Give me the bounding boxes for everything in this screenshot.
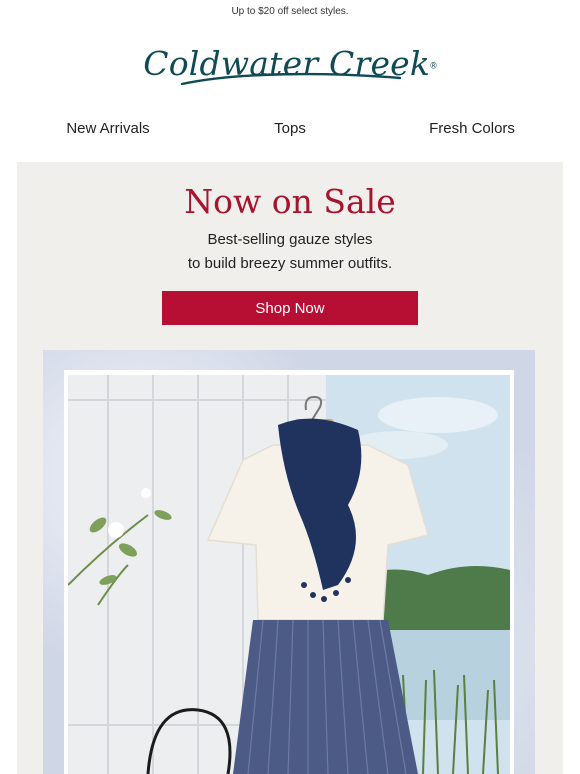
shop-now-button[interactable]: Shop Now: [162, 291, 418, 325]
logo-swoosh-icon: [180, 72, 402, 86]
nav-fresh-colors[interactable]: Fresh Colors: [392, 120, 552, 137]
product-illustration: [68, 375, 510, 774]
main-nav: New Arrivals Tops Fresh Colors: [0, 120, 580, 142]
product-photo[interactable]: [43, 350, 535, 774]
registered-mark: ®: [430, 60, 437, 71]
hero-section: Now on Sale Best-selling gauze styles to…: [17, 162, 563, 774]
hero-subtitle-line-1: Best-selling gauze styles: [207, 231, 373, 248]
hero-title: Now on Sale: [184, 182, 396, 221]
preheader-text: Up to $20 off select styles.: [231, 6, 349, 17]
photo-frame: [64, 370, 514, 774]
nav-new-arrivals[interactable]: New Arrivals: [28, 120, 188, 137]
nav-tops[interactable]: Tops: [210, 120, 370, 137]
hero-subtitle-line-2: to build breezy summer outfits.: [187, 255, 393, 272]
photo-scene: [68, 375, 510, 774]
